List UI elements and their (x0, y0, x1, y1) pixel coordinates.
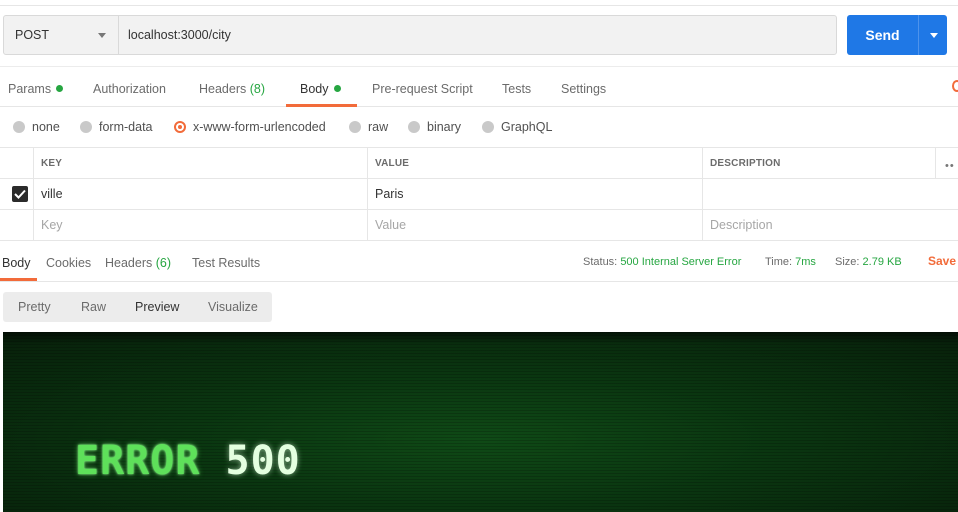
error-code: 500 (225, 438, 301, 484)
radio-none-label: none (32, 120, 60, 134)
tab-tests[interactable]: Tests (502, 67, 531, 107)
radio-circle-icon (482, 121, 494, 133)
params-table: KEY VALUE DESCRIPTION •• ville Paris Key… (0, 148, 958, 241)
headers-count: (8) (249, 82, 266, 96)
method-value: POST (15, 28, 50, 42)
tab-settings[interactable]: Settings (561, 67, 606, 107)
chevron-down-icon (930, 33, 938, 38)
radio-graphql[interactable]: GraphQL (482, 107, 552, 147)
column-header-description: DESCRIPTION (702, 148, 935, 178)
response-tab-test-results-label: Test Results (192, 256, 261, 270)
tab-tests-label: Tests (502, 82, 532, 96)
error-word: ERROR (75, 438, 201, 484)
status-label: Status: (583, 256, 618, 268)
chevron-down-icon (98, 33, 106, 38)
size-label: Size: (835, 256, 860, 268)
size-value: 2.79 KB (862, 256, 902, 268)
status-value: 500 Internal Server Error (620, 256, 742, 268)
body-indicator-dot (333, 85, 341, 92)
tab-params[interactable]: Params (8, 67, 64, 107)
view-tab-pretty[interactable]: Pretty (18, 292, 51, 322)
table-row-new: Key Value Description (0, 210, 958, 241)
cookies-icon[interactable] (952, 80, 958, 92)
view-tab-raw[interactable]: Raw (81, 292, 106, 322)
send-button-group: Send (847, 15, 947, 55)
row-key-field[interactable]: ville (33, 179, 367, 209)
send-label: Send (865, 27, 900, 43)
url-input[interactable] (119, 16, 836, 54)
method-select[interactable]: POST (4, 16, 119, 54)
response-tab-cookies[interactable]: Cookies (46, 241, 91, 281)
response-tab-headers[interactable]: Headers (6) (105, 241, 171, 281)
view-tab-visualize[interactable]: Visualize (208, 292, 258, 322)
response-header: Body Cookies Headers (6) Test Results St… (0, 241, 958, 282)
radio-circle-icon (408, 121, 420, 133)
tab-authorization-label: Authorization (93, 82, 166, 96)
response-view-tabs: Pretty Raw Preview Visualize (3, 292, 272, 322)
row-value-field[interactable]: Paris (367, 179, 702, 209)
body-type-selector: none form-data x-www-form-urlencoded raw… (0, 107, 958, 148)
tab-headers-label: Headers (199, 82, 247, 96)
row-description-field[interactable] (702, 179, 958, 209)
request-bar: POST (3, 15, 837, 55)
radio-circle-icon (13, 121, 25, 133)
tab-body[interactable]: Body (300, 67, 341, 107)
params-indicator-dot (56, 85, 64, 92)
column-header-key: KEY (33, 148, 367, 178)
time-label: Time: (765, 256, 793, 268)
radio-x-www-form-urlencoded-label: x-www-form-urlencoded (193, 120, 326, 134)
response-tab-headers-label: Headers (105, 256, 153, 270)
tab-body-label: Body (300, 82, 329, 96)
tab-params-label: Params (8, 82, 52, 96)
radio-form-data[interactable]: form-data (80, 107, 153, 147)
tab-pre-request-script-label: Pre-request Script (372, 82, 473, 96)
radio-selected-icon (174, 121, 186, 133)
radio-x-www-form-urlencoded[interactable]: x-www-form-urlencoded (174, 107, 326, 147)
tab-authorization[interactable]: Authorization (93, 67, 166, 107)
new-value-field[interactable]: Value (367, 210, 702, 240)
checkmark-icon (14, 189, 26, 199)
response-active-tab-underline (0, 278, 37, 281)
more-options-icon[interactable]: •• (945, 160, 955, 172)
response-tab-cookies-label: Cookies (46, 256, 92, 270)
status-indicator[interactable]: Status: 500 Internal Server Error (583, 256, 741, 268)
response-tab-body[interactable]: Body (2, 241, 31, 281)
response-tab-test-results[interactable]: Test Results (192, 241, 260, 281)
window-top-strip (0, 0, 958, 6)
radio-circle-icon (80, 121, 92, 133)
size-indicator[interactable]: Size: 2.79 KB (835, 256, 902, 268)
radio-raw-label: raw (368, 120, 389, 134)
time-indicator[interactable]: Time: 7ms (765, 256, 816, 268)
new-description-field[interactable]: Description (702, 210, 958, 240)
view-tab-preview[interactable]: Preview (135, 292, 179, 322)
radio-circle-icon (349, 121, 361, 133)
new-key-field[interactable]: Key (33, 210, 367, 240)
response-tab-body-label: Body (2, 256, 31, 270)
tab-headers[interactable]: Headers (8) (199, 67, 265, 107)
send-button[interactable]: Send (847, 15, 918, 55)
row-enabled-checkbox[interactable] (12, 186, 28, 202)
save-response-button[interactable]: Save (928, 254, 956, 268)
time-value: 7ms (795, 256, 816, 268)
table-row: ville Paris (0, 179, 958, 210)
error-heading: ERROR 500 (75, 438, 301, 484)
radio-raw[interactable]: raw (349, 107, 388, 147)
column-header-value: VALUE (367, 148, 702, 178)
send-options-button[interactable] (918, 15, 947, 55)
radio-form-data-label: form-data (99, 120, 153, 134)
radio-binary-label: binary (427, 120, 462, 134)
radio-graphql-label: GraphQL (501, 120, 553, 134)
radio-binary[interactable]: binary (408, 107, 461, 147)
response-preview: ERROR 500 (3, 332, 958, 512)
radio-none[interactable]: none (13, 107, 60, 147)
request-tabs: Params Authorization Headers (8) Body Pr… (0, 66, 958, 107)
response-headers-count: (6) (155, 256, 172, 270)
table-header-row: KEY VALUE DESCRIPTION •• (0, 148, 958, 179)
tab-pre-request-script[interactable]: Pre-request Script (372, 67, 473, 107)
tab-settings-label: Settings (561, 82, 607, 96)
